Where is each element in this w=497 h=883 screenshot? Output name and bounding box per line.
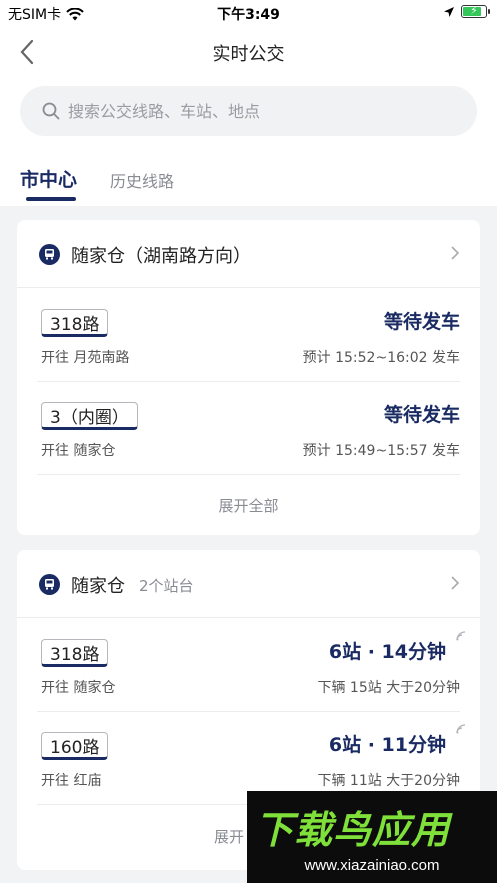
arrival-eta: 下辆 15站 大于20分钟 bbox=[317, 680, 460, 696]
arrival-status: 6站 · 11分钟 bbox=[328, 734, 446, 756]
stop-header[interactable]: 随家仓（湖南路方向） bbox=[17, 220, 480, 288]
clock: 下午3:49 bbox=[217, 7, 280, 23]
route-badge: 3（内圈） bbox=[41, 402, 138, 430]
tab-city-center[interactable]: 市中心 bbox=[20, 165, 77, 192]
route-badge: 160路 bbox=[41, 732, 109, 760]
arrival-status: 等待发车 bbox=[383, 404, 460, 426]
bus-stop-icon bbox=[39, 574, 60, 595]
realtime-signal-icon bbox=[456, 631, 466, 641]
arrival-status: 6站 · 14分钟 bbox=[328, 641, 446, 663]
arrival-status: 等待发车 bbox=[383, 311, 460, 333]
route-direction: 开往 随家仓 bbox=[41, 443, 116, 459]
arrival-eta: 预计 15:49~15:57 发车 bbox=[302, 443, 460, 459]
arrival-eta: 预计 15:52~16:02 发车 bbox=[302, 350, 460, 366]
location-arrow-icon bbox=[444, 6, 454, 17]
search-input[interactable] bbox=[68, 101, 448, 121]
battery-icon: ⚡ bbox=[461, 4, 490, 18]
bus-stop-icon bbox=[39, 244, 60, 265]
nav-bar: 实时公交 bbox=[0, 26, 497, 78]
platform-count: 2个站台 bbox=[139, 577, 194, 595]
chevron-right-icon[interactable] bbox=[450, 575, 460, 591]
stop-card: 随家仓（湖南路方向） 318路 开往 月苑南路 等待发车 预计 15:52~16… bbox=[17, 220, 480, 535]
watermark-url: www.xiazainiao.com bbox=[304, 857, 440, 874]
status-bar: 无SIM卡 下午3:49 ⚡ bbox=[0, 0, 497, 26]
realtime-signal-icon bbox=[456, 724, 466, 734]
status-right: ⚡ bbox=[443, 4, 490, 18]
stop-name: 随家仓（湖南路方向） bbox=[71, 246, 251, 267]
route-direction: 开往 月苑南路 bbox=[41, 350, 130, 366]
charging-bolt-icon: ⚡ bbox=[470, 4, 478, 17]
stop-header[interactable]: 随家仓 2个站台 bbox=[17, 550, 480, 618]
tab-bar: 市中心 历史线路 bbox=[0, 146, 497, 206]
route-row[interactable]: 318路 开往 月苑南路 等待发车 预计 15:52~16:02 发车 bbox=[37, 289, 460, 382]
tab-history-routes[interactable]: 历史线路 bbox=[110, 168, 174, 192]
watermark-brand: 下载鸟应用 bbox=[255, 808, 451, 852]
active-tab-indicator bbox=[26, 197, 76, 201]
route-direction: 开往 随家仓 bbox=[41, 680, 116, 696]
watermark-logo: 下载鸟应用 www.xiazainiao.com bbox=[247, 791, 497, 883]
route-direction: 开往 红庙 bbox=[41, 773, 102, 789]
search-icon bbox=[42, 102, 60, 120]
search-area bbox=[0, 78, 497, 146]
search-box[interactable] bbox=[20, 86, 477, 136]
expand-all-button[interactable]: 展开全部 bbox=[17, 495, 480, 516]
page-title: 实时公交 bbox=[212, 44, 285, 65]
route-row[interactable]: 3（内圈） 开往 随家仓 等待发车 预计 15:49~15:57 发车 bbox=[37, 382, 460, 475]
route-badge: 318路 bbox=[41, 309, 109, 337]
route-badge: 318路 bbox=[41, 639, 109, 667]
arrival-eta: 下辆 11站 大于20分钟 bbox=[317, 773, 460, 789]
route-row[interactable]: 318路 开往 随家仓 6站 · 14分钟 下辆 15站 大于20分钟 bbox=[37, 619, 466, 712]
chevron-right-icon[interactable] bbox=[450, 245, 460, 261]
stop-name: 随家仓 bbox=[71, 576, 125, 597]
